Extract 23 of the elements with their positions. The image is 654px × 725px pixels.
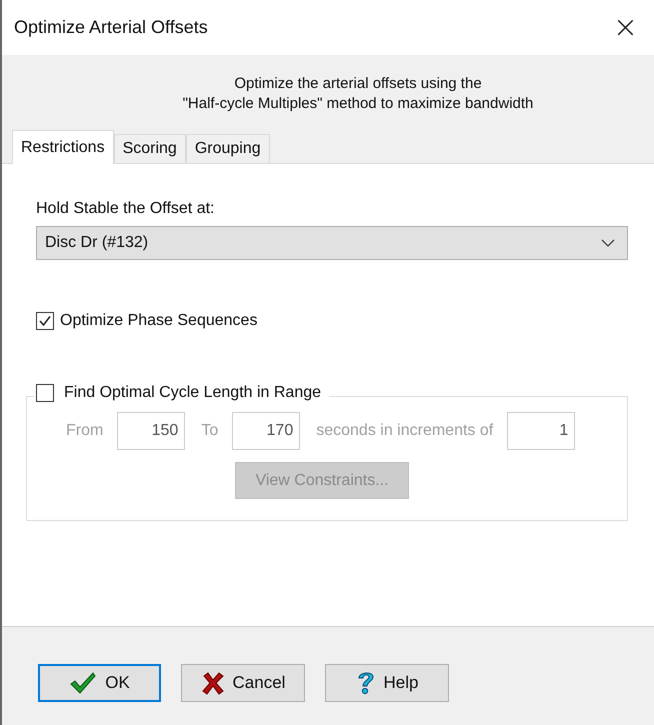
tab[interactable]: Restrictions <box>12 130 114 164</box>
dropdown-value: Disc Dr (#132) <box>45 234 148 252</box>
dialog-button[interactable]: OK <box>38 664 161 702</box>
field-label: To <box>201 422 218 440</box>
chevron-icon <box>601 239 615 247</box>
checkbox-label: Find Optimal Cycle Length in Range <box>64 384 322 402</box>
description-text: "Half-cycle Multiples" method to maximize bandwidth <box>182 94 534 114</box>
x-icon <box>200 671 225 695</box>
field-label: Hold Stable the Offset at: <box>36 200 216 218</box>
tab[interactable]: Scoring <box>114 134 186 163</box>
dialog-button[interactable]: Cancel <box>181 664 305 702</box>
checkbox[interactable] <box>36 312 54 330</box>
dropdown[interactable]: Disc Dr (#132) <box>36 226 628 260</box>
dialog-button[interactable]: Help <box>325 664 449 702</box>
question-mark-icon <box>356 670 376 696</box>
window-title: Optimize Arterial Offsets <box>14 17 208 38</box>
tab[interactable]: Grouping <box>186 134 270 163</box>
checkmark-icon <box>69 671 98 695</box>
checkbox-label: Optimize Phase Sequences <box>60 312 258 330</box>
field-label: From <box>66 422 104 440</box>
description-text: Optimize the arterial offsets using the <box>234 74 482 94</box>
close-button[interactable]: × <box>608 10 642 45</box>
field-label: seconds in increments of <box>316 422 494 440</box>
